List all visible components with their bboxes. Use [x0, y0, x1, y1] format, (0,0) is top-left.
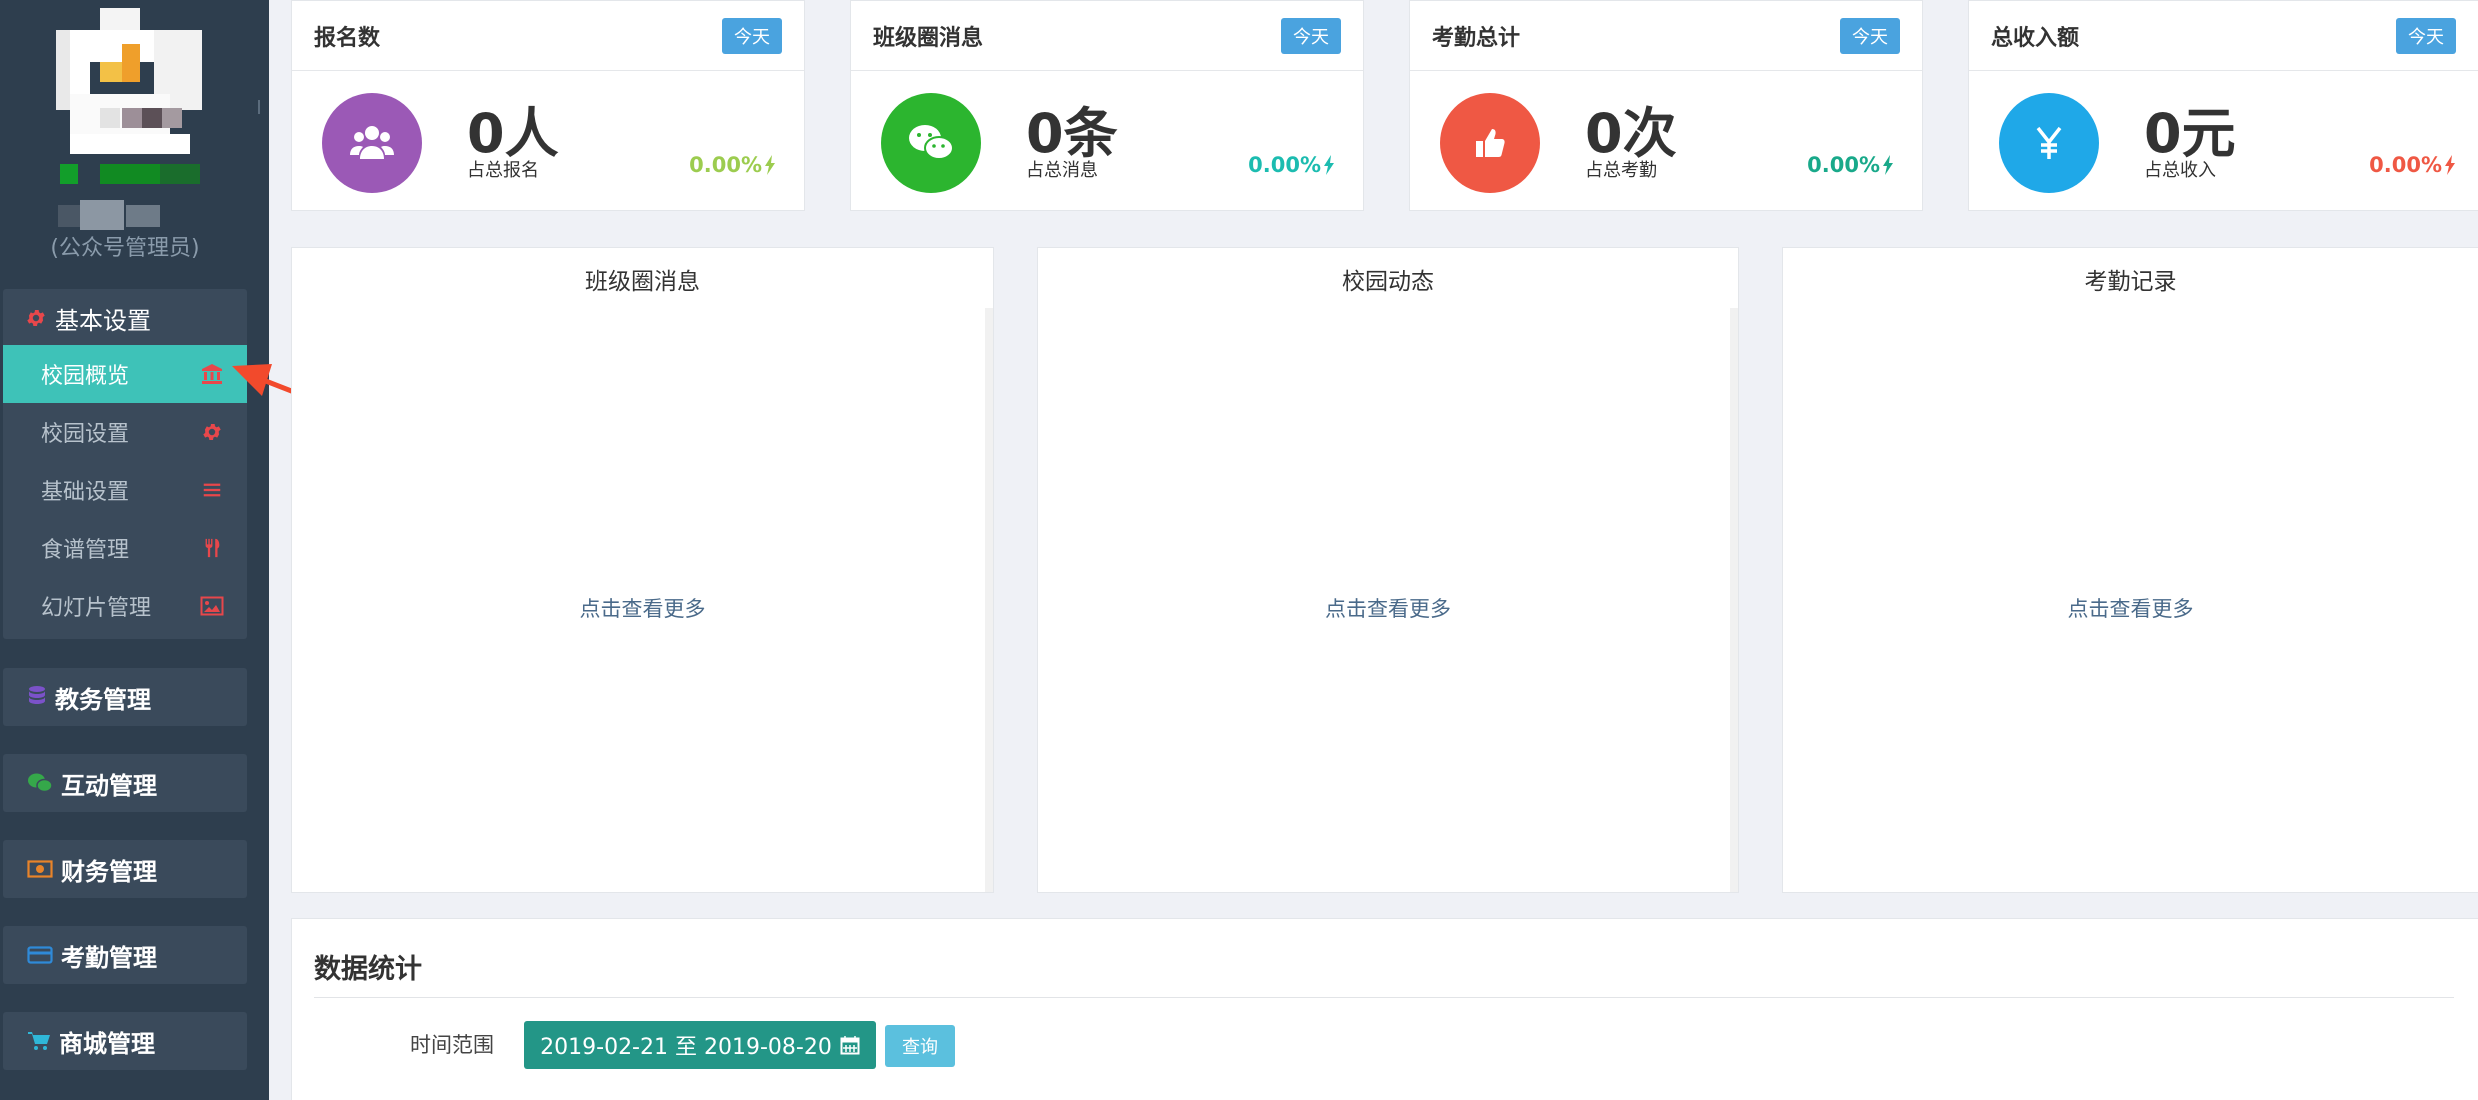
list-icon — [199, 477, 225, 503]
yen-icon — [1999, 93, 2099, 193]
today-badge[interactable]: 今天 — [2396, 17, 2456, 54]
stat-percent: 0.00% — [1248, 153, 1335, 177]
menu-mall-management[interactable]: 商城管理 — [3, 1012, 247, 1070]
cutlery-icon — [199, 535, 225, 561]
panel-title: 班级圈消息 — [585, 269, 700, 295]
sidebar-item-campus-overview[interactable]: 校园概览 — [3, 345, 247, 403]
stat-percent-value: 0.00% — [2369, 153, 2442, 177]
time-range-label: 时间范围 — [410, 1033, 494, 1057]
cart-icon — [27, 1030, 51, 1052]
section-title: 数据统计 — [314, 954, 422, 985]
stat-subtitle: 占总报名 — [467, 160, 539, 181]
avatar[interactable] — [56, 8, 202, 184]
sidebar-item-label: 校园概览 — [41, 364, 130, 389]
bolt-icon — [1323, 155, 1335, 175]
stat-percent: 0.00% — [2369, 153, 2456, 177]
sidebar-item-label: 校园设置 — [41, 422, 130, 447]
gear-icon — [199, 419, 225, 445]
menu-interaction-management[interactable]: 互动管理 — [3, 754, 247, 812]
card-title: 班级圈消息 — [873, 25, 984, 51]
data-statistics-section: 数据统计 时间范围 2019-02-21 至 2019-08-20 查询 — [291, 918, 2478, 1100]
view-more-link[interactable]: 点击查看更多 — [1783, 593, 2478, 623]
bolt-icon — [2444, 155, 2456, 175]
panel-attendance-records: 考勤记录 点击查看更多 — [1782, 247, 2478, 893]
sidebar: (公众号管理员) 基本设置 校园概览 校园设置 基础设置 食谱管理 幻灯片管理 — [0, 0, 269, 1100]
menu-label: 商城管理 — [59, 1029, 155, 1058]
card-title: 总收入额 — [1991, 25, 2080, 51]
bolt-icon — [1882, 155, 1894, 175]
picture-icon — [199, 593, 225, 619]
menu-academic-management[interactable]: 教务管理 — [3, 668, 247, 726]
thumbs-up-icon — [1440, 93, 1540, 193]
sidebar-item-recipe-management[interactable]: 食谱管理 — [3, 519, 247, 577]
panel-campus-news: 校园动态 点击查看更多 — [1037, 247, 1739, 893]
sidebar-item-basic-settings[interactable]: 基础设置 — [3, 461, 247, 519]
menu-label: 互动管理 — [61, 771, 157, 800]
view-more-link[interactable]: 点击查看更多 — [292, 593, 993, 623]
wechat-icon — [881, 93, 981, 193]
stat-percent-value: 0.00% — [689, 153, 762, 177]
date-range-value: 2019-02-21 至 2019-08-20 — [540, 1035, 832, 1060]
stat-card-total-income: 总收入额 今天 0元 占总收入 0.00% — [1968, 0, 2478, 211]
stat-card-attendance: 考勤总计 今天 0次 占总考勤 0.00% — [1409, 0, 1923, 211]
menu-group-header-basic-settings[interactable]: 基本设置 — [25, 300, 151, 336]
gear-icon — [25, 307, 47, 329]
database-icon — [27, 685, 47, 709]
divider — [314, 997, 2454, 998]
card-title: 考勤总计 — [1432, 25, 1521, 51]
wechat-icon — [27, 772, 53, 794]
today-badge[interactable]: 今天 — [1840, 17, 1900, 54]
sidebar-item-label: 食谱管理 — [41, 538, 130, 563]
calendar-icon — [840, 1035, 860, 1055]
stat-percent-value: 0.00% — [1807, 153, 1880, 177]
sidebar-item-label: 基础设置 — [41, 480, 130, 505]
card-title: 报名数 — [314, 25, 381, 51]
stat-percent-value: 0.00% — [1248, 153, 1321, 177]
today-badge[interactable]: 今天 — [1281, 17, 1341, 54]
menu-label: 考勤管理 — [61, 943, 157, 972]
sidebar-item-campus-settings[interactable]: 校园设置 — [3, 403, 247, 461]
stat-card-registrations: 报名数 今天 0人 占总报名 0.00% — [291, 0, 805, 211]
user-role: (公众号管理员) — [50, 236, 200, 261]
bolt-icon — [764, 155, 776, 175]
date-range-picker[interactable]: 2019-02-21 至 2019-08-20 — [524, 1021, 876, 1069]
stat-subtitle: 占总考勤 — [1585, 160, 1657, 181]
menu-attendance-management[interactable]: 考勤管理 — [3, 926, 247, 984]
money-icon — [27, 859, 53, 879]
stat-percent: 0.00% — [689, 153, 776, 177]
query-button[interactable]: 查询 — [885, 1025, 955, 1067]
sidebar-item-label: 幻灯片管理 — [41, 596, 152, 621]
stat-percent: 0.00% — [1807, 153, 1894, 177]
stat-subtitle: 占总收入 — [2144, 160, 2216, 181]
sidebar-item-slideshow-management[interactable]: 幻灯片管理 — [3, 577, 247, 635]
credit-card-icon — [27, 945, 53, 965]
menu-label: 教务管理 — [55, 685, 151, 714]
panel-title: 考勤记录 — [2084, 269, 2177, 295]
panel-class-messages: 班级圈消息 点击查看更多 — [291, 247, 994, 893]
today-badge[interactable]: 今天 — [722, 17, 782, 54]
bank-icon — [199, 361, 225, 387]
panel-title: 校园动态 — [1342, 269, 1434, 295]
stat-card-class-messages: 班级圈消息 今天 0条 占总消息 0.00% — [850, 0, 1364, 211]
menu-label: 财务管理 — [61, 857, 157, 886]
view-more-link[interactable]: 点击查看更多 — [1038, 593, 1738, 623]
menu-group-label: 基本设置 — [55, 306, 151, 335]
menu-finance-management[interactable]: 财务管理 — [3, 840, 247, 898]
users-icon — [322, 93, 422, 193]
stat-subtitle: 占总消息 — [1026, 160, 1098, 181]
